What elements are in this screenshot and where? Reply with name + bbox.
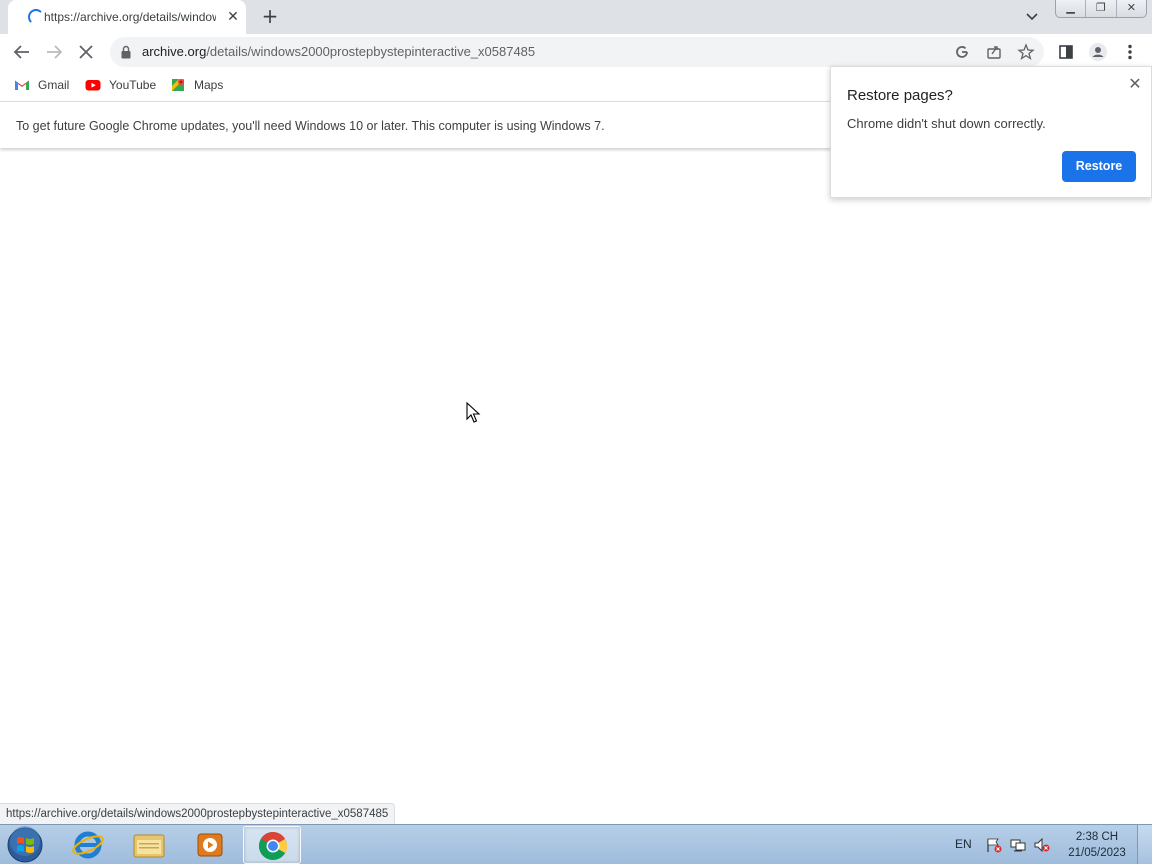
back-icon xyxy=(13,45,29,59)
screen: https://archive.org/details/windows2000p… xyxy=(0,0,1152,864)
taskbar-internet-explorer[interactable] xyxy=(59,826,117,864)
network-icon[interactable] xyxy=(1009,837,1027,853)
taskbar-file-explorer[interactable] xyxy=(120,826,178,864)
show-desktop-button[interactable] xyxy=(1137,825,1152,864)
stop-button[interactable] xyxy=(72,38,100,66)
infobar-message: To get future Google Chrome updates, you… xyxy=(16,119,605,133)
clock-date: 21/05/2023 xyxy=(1068,847,1126,859)
bookmark-label: Gmail xyxy=(38,78,70,92)
profile-button[interactable] xyxy=(1084,38,1112,66)
profile-icon xyxy=(1089,43,1107,61)
menu-icon xyxy=(1128,44,1132,60)
bookmark-button[interactable] xyxy=(1016,42,1036,62)
internet-explorer-icon xyxy=(72,831,104,859)
window-caption-buttons: ▁ ❐ ✕ xyxy=(1055,0,1147,18)
active-tab[interactable]: https://archive.org/details/windows2000p… xyxy=(8,0,246,34)
restore-pages-bubble: Restore pages? ✕ Chrome didn't shut down… xyxy=(830,66,1152,198)
bookmark-star-icon xyxy=(1017,43,1035,61)
start-button[interactable] xyxy=(4,826,46,864)
share-button[interactable] xyxy=(984,42,1004,62)
lock-icon[interactable] xyxy=(121,45,131,59)
side-panel-button[interactable] xyxy=(1052,38,1080,66)
url-host: archive.org xyxy=(142,44,207,59)
close-icon[interactable]: ✕ xyxy=(1125,74,1145,94)
loading-spinner-icon xyxy=(28,9,44,25)
new-tab-button[interactable]: + xyxy=(258,5,282,29)
back-button[interactable] xyxy=(8,38,36,66)
windows-taskbar: EN 2:38 CH 21/05/2023 xyxy=(0,824,1152,864)
restore-button[interactable]: Restore xyxy=(1062,151,1136,182)
bookmark-maps[interactable]: Maps xyxy=(170,76,223,94)
bookmark-youtube[interactable]: YouTube xyxy=(85,76,156,94)
chrome-icon xyxy=(259,832,287,860)
language-indicator[interactable]: EN xyxy=(955,836,972,852)
restore-button[interactable]: ❐ xyxy=(1086,0,1117,17)
folder-icon xyxy=(133,834,165,858)
browser-toolbar: archive.org/details/windows2000prostepby… xyxy=(0,34,1152,70)
maps-icon xyxy=(172,79,184,91)
taskbar-media-player[interactable] xyxy=(181,826,239,864)
chevron-down-icon xyxy=(1026,13,1038,21)
link-status-bubble: https://archive.org/details/windows2000p… xyxy=(0,803,396,824)
taskbar-chrome[interactable] xyxy=(243,826,301,864)
tab-title: https://archive.org/details/windows2000p… xyxy=(44,10,216,24)
bookmark-label: Maps xyxy=(194,78,224,92)
volume-muted-icon[interactable] xyxy=(1033,837,1051,853)
google-lens-button[interactable] xyxy=(952,42,972,62)
gmail-icon xyxy=(15,80,29,90)
menu-button[interactable] xyxy=(1116,38,1144,66)
url-path: /details/windows2000prostepbystepinterac… xyxy=(206,44,536,59)
share-icon xyxy=(987,46,1001,59)
forward-icon xyxy=(47,45,63,59)
bubble-title: Restore pages? xyxy=(847,87,953,104)
side-panel-icon xyxy=(1059,45,1073,59)
address-bar[interactable]: archive.org/details/windows2000prostepby… xyxy=(110,37,1044,67)
tab-close-icon[interactable]: ✕ xyxy=(224,8,242,26)
tab-search-button[interactable] xyxy=(1022,7,1042,27)
windows-logo-icon xyxy=(7,826,43,863)
stop-icon xyxy=(79,45,93,59)
url-text: archive.org/details/windows2000prostepby… xyxy=(142,43,535,61)
bookmark-gmail[interactable]: Gmail xyxy=(14,76,69,94)
system-clock[interactable]: 2:38 CH 21/05/2023 xyxy=(1062,829,1132,861)
action-center-flag-icon[interactable] xyxy=(985,837,1003,853)
close-window-button[interactable]: ✕ xyxy=(1117,0,1146,17)
bubble-message: Chrome didn't shut down correctly. xyxy=(847,116,1046,131)
minimize-button[interactable]: ▁ xyxy=(1056,0,1087,17)
forward-button[interactable] xyxy=(40,38,68,66)
bookmark-label: YouTube xyxy=(109,78,157,92)
media-player-icon xyxy=(197,833,223,857)
google-icon xyxy=(956,46,968,58)
clock-time: 2:38 CH xyxy=(1075,831,1119,843)
mouse-cursor-icon xyxy=(466,402,481,423)
youtube-icon xyxy=(85,80,101,91)
tab-strip: https://archive.org/details/windows2000p… xyxy=(0,0,1152,34)
